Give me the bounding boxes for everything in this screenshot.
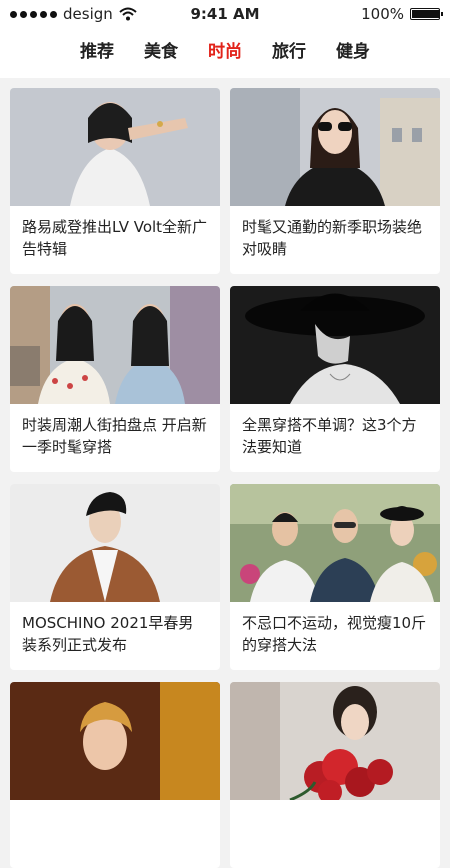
- status-bar: design 9:41 AM 100%: [0, 0, 450, 28]
- article-title[interactable]: 路易威登推出LV Volt全新广告特辑: [10, 206, 220, 270]
- article-thumbnail[interactable]: [230, 286, 440, 404]
- carrier-name: design: [63, 5, 113, 23]
- article-card[interactable]: 不忌口不运动，视觉瘦10斤的穿搭大法: [230, 484, 440, 670]
- tab-0[interactable]: 推荐: [80, 37, 114, 62]
- article-card[interactable]: [230, 682, 440, 868]
- article-thumbnail[interactable]: [230, 682, 440, 800]
- status-right: 100%: [361, 5, 443, 23]
- article-thumbnail[interactable]: [230, 88, 440, 206]
- signal-icon: [10, 10, 57, 18]
- tab-3[interactable]: 旅行: [272, 37, 306, 62]
- article-thumbnail[interactable]: [10, 484, 220, 602]
- article-card[interactable]: 全黑穿搭不单调？这3个方法要知道: [230, 286, 440, 472]
- tab-4[interactable]: 健身: [336, 37, 370, 62]
- tab-1[interactable]: 美食: [144, 37, 178, 62]
- tab-2[interactable]: 时尚: [208, 37, 242, 62]
- article-card[interactable]: 路易威登推出LV Volt全新广告特辑: [10, 88, 220, 274]
- status-left: design: [10, 5, 137, 23]
- article-thumbnail[interactable]: [10, 682, 220, 800]
- category-tabs: 推荐 美食 时尚 旅行 健身: [0, 28, 450, 78]
- article-card[interactable]: 时装周潮人街拍盘点 开启新一季时髦穿搭: [10, 286, 220, 472]
- battery-percent: 100%: [361, 5, 404, 23]
- article-title[interactable]: 不忌口不运动，视觉瘦10斤的穿搭大法: [230, 602, 440, 666]
- article-card[interactable]: [10, 682, 220, 868]
- article-card[interactable]: MOSCHINO 2021早春男装系列正式发布: [10, 484, 220, 670]
- article-thumbnail[interactable]: [10, 286, 220, 404]
- article-thumbnail[interactable]: [230, 484, 440, 602]
- wifi-icon: [119, 7, 137, 21]
- article-title[interactable]: [10, 800, 220, 864]
- battery-icon: [410, 8, 443, 20]
- article-title[interactable]: 时髦又通勤的新季职场装绝对吸睛: [230, 206, 440, 270]
- article-thumbnail[interactable]: [10, 88, 220, 206]
- battery-fill: [412, 10, 439, 18]
- article-title[interactable]: MOSCHINO 2021早春男装系列正式发布: [10, 602, 220, 666]
- article-title[interactable]: 全黑穿搭不单调？这3个方法要知道: [230, 404, 440, 468]
- article-card[interactable]: 时髦又通勤的新季职场装绝对吸睛: [230, 88, 440, 274]
- article-title[interactable]: [230, 800, 440, 864]
- article-title[interactable]: 时装周潮人街拍盘点 开启新一季时髦穿搭: [10, 404, 220, 468]
